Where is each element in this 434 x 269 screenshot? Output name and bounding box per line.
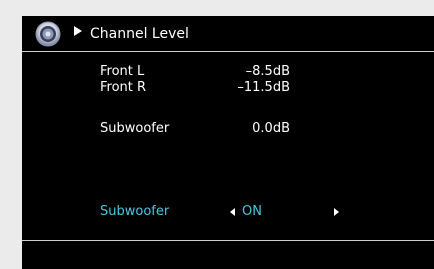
page-title: Channel Level xyxy=(90,26,189,42)
channel-row-front-l[interactable]: Front L –8.5dB xyxy=(100,64,400,80)
bottom-divider xyxy=(22,240,434,241)
channel-value: –8.5dB xyxy=(245,64,290,79)
left-arrow-icon[interactable] xyxy=(230,208,235,216)
channel-label: Front R xyxy=(100,80,147,95)
play-arrow-icon xyxy=(74,26,82,36)
title-bar: Channel Level xyxy=(22,16,434,52)
channel-label: Front L xyxy=(100,64,145,79)
subwoofer-toggle-value: ON xyxy=(242,204,262,219)
channel-row-front-r[interactable]: Front R –11.5dB xyxy=(100,80,400,96)
channel-value: –11.5dB xyxy=(237,80,290,95)
osd-screen: Channel Level Front L –8.5dB Front R –11… xyxy=(22,16,434,269)
speaker-icon xyxy=(35,21,61,47)
subwoofer-toggle-row[interactable]: Subwoofer ON xyxy=(100,204,430,220)
channel-value: 0.0dB xyxy=(252,121,290,136)
channel-row-subwoofer[interactable]: Subwoofer 0.0dB xyxy=(100,121,400,137)
channel-label: Subwoofer xyxy=(100,121,170,136)
right-arrow-icon[interactable] xyxy=(334,208,339,216)
subwoofer-toggle-label: Subwoofer xyxy=(100,204,170,219)
